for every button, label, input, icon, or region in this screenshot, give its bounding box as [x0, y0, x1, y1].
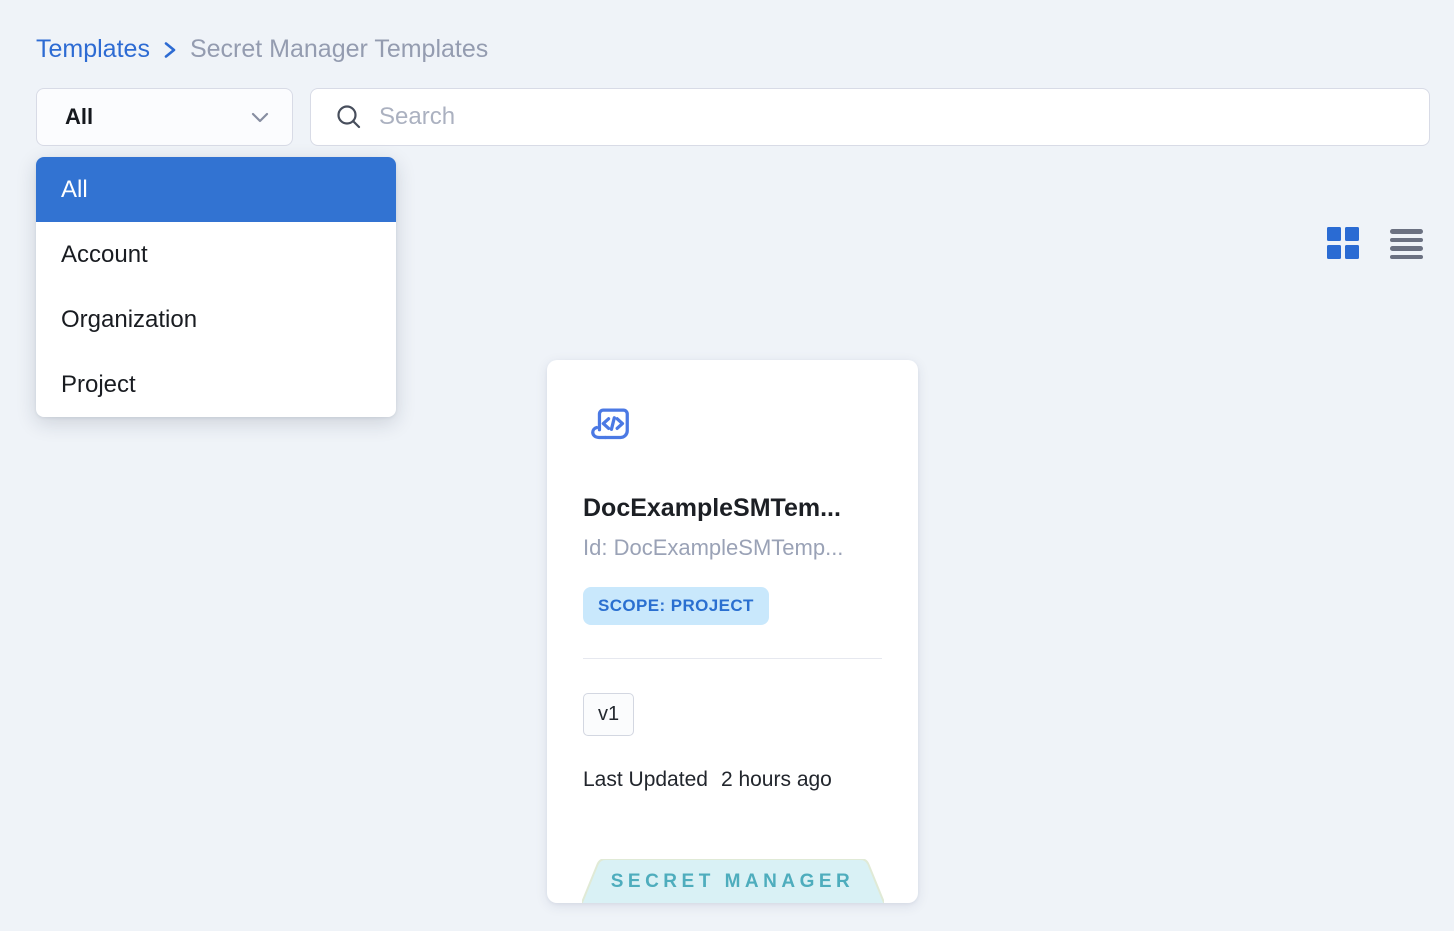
breadcrumb-templates-link[interactable]: Templates — [36, 35, 150, 64]
last-updated-row: Last Updated 2 hours ago — [583, 768, 882, 792]
card-divider — [583, 658, 882, 659]
scope-filter-select[interactable]: All — [36, 88, 293, 146]
script-document-icon — [587, 403, 882, 452]
last-updated-value: 2 hours ago — [721, 768, 832, 792]
scope-menu-item-all[interactable]: All — [36, 157, 396, 222]
grid-view-icon[interactable] — [1327, 227, 1359, 259]
template-title: DocExampleSMTem... — [583, 494, 882, 523]
search-icon — [335, 103, 363, 131]
chevron-down-icon — [250, 110, 270, 124]
list-view-icon[interactable] — [1390, 229, 1423, 259]
template-type-ribbon: SECRET MANAGER — [582, 859, 884, 903]
template-id: Id: DocExampleSMTemp... — [583, 535, 882, 561]
template-type-label: SECRET MANAGER — [582, 871, 884, 893]
breadcrumb-current-page: Secret Manager Templates — [190, 35, 488, 64]
scope-menu-item-organization[interactable]: Organization — [36, 287, 396, 352]
search-bar — [310, 88, 1430, 146]
scope-badge: SCOPE: PROJECT — [583, 587, 769, 625]
scope-menu-item-account[interactable]: Account — [36, 222, 396, 287]
chevron-right-icon — [162, 40, 178, 60]
scope-filter-menu: All Account Organization Project — [36, 157, 396, 417]
template-card[interactable]: DocExampleSMTem... Id: DocExampleSMTemp.… — [547, 360, 918, 903]
last-updated-label: Last Updated — [583, 768, 708, 792]
scope-filter-value: All — [65, 104, 250, 130]
scope-menu-item-project[interactable]: Project — [36, 352, 396, 417]
search-input[interactable] — [379, 103, 1409, 131]
breadcrumb: Templates Secret Manager Templates — [36, 35, 488, 64]
version-chip[interactable]: v1 — [583, 693, 634, 736]
